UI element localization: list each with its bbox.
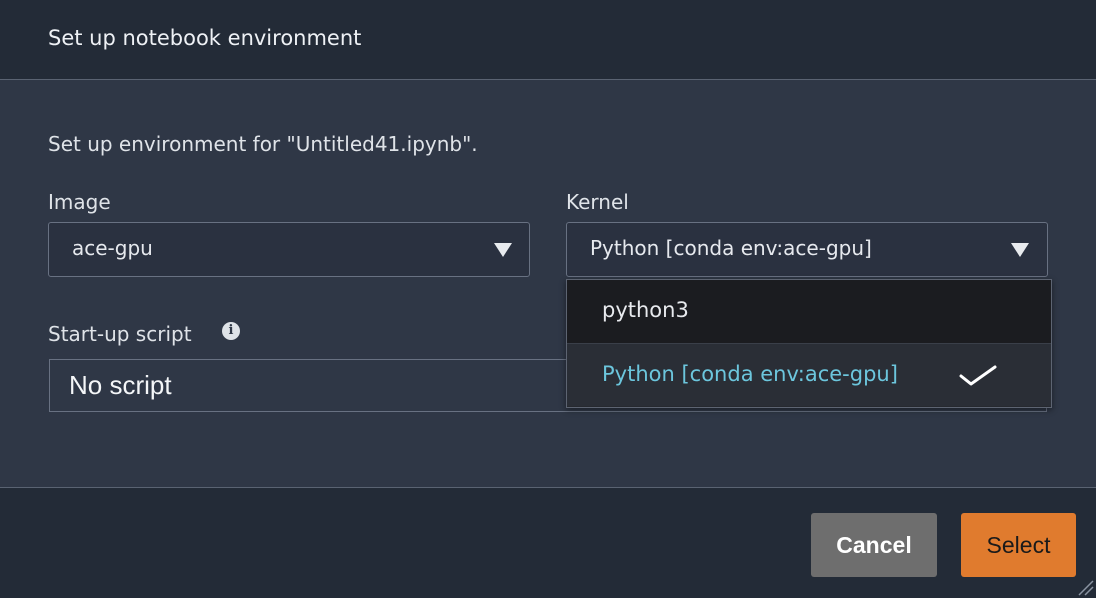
dialog-footer: Cancel Select [0, 487, 1096, 598]
dialog-title: Set up notebook environment [48, 26, 362, 50]
check-icon [959, 365, 997, 386]
dialog-description: Set up environment for "Untitled41.ipynb… [48, 132, 478, 156]
kernel-select[interactable]: Python [conda env:ace-gpu] [566, 222, 1048, 277]
startup-script-label: Start-up script [48, 322, 192, 346]
dialog-header: Set up notebook environment [0, 0, 1096, 80]
chevron-down-icon [494, 243, 512, 257]
kernel-select-value: Python [conda env:ace-gpu] [590, 236, 872, 260]
notebook-environment-dialog: Set up notebook environment Set up envir… [0, 0, 1096, 598]
kernel-label: Kernel [566, 190, 629, 214]
select-button[interactable]: Select [961, 513, 1076, 577]
image-label: Image [48, 190, 111, 214]
chevron-down-icon [1011, 243, 1029, 257]
kernel-dropdown-menu: python3 Python [conda env:ace-gpu] [566, 279, 1052, 408]
dropdown-option-conda-ace-gpu[interactable]: Python [conda env:ace-gpu] [567, 343, 1051, 406]
info-icon[interactable]: i [222, 322, 240, 340]
image-select-value: ace-gpu [72, 236, 153, 260]
startup-script-value: No script [69, 370, 172, 400]
dropdown-option-python3[interactable]: python3 [567, 280, 1051, 343]
cancel-button[interactable]: Cancel [811, 513, 937, 577]
option-label: python3 [602, 298, 689, 322]
option-label: Python [conda env:ace-gpu] [602, 362, 898, 386]
image-select[interactable]: ace-gpu [48, 222, 530, 277]
resize-grip-icon[interactable] [1076, 578, 1094, 596]
